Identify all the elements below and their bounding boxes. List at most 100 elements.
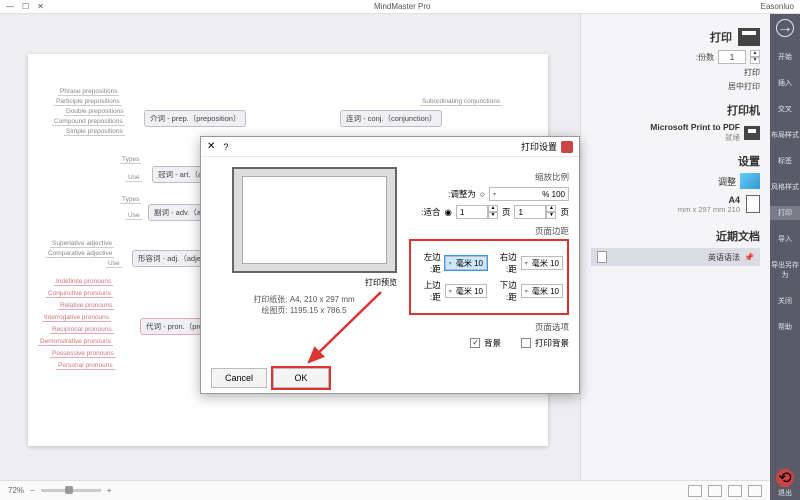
paper-name[interactable]: A4	[678, 195, 740, 205]
leaf-rel-pron[interactable]: Relative pronouns	[58, 302, 114, 310]
paper-size-line: 打印纸张: A4, 210 x 297 mm	[211, 294, 397, 305]
scale-percent-select[interactable]: 100 %▾	[489, 187, 569, 201]
leaf-adv-use[interactable]: Use	[126, 212, 142, 220]
top-margin-select[interactable]: 10 毫米▾	[445, 284, 487, 298]
zoom-slider[interactable]	[41, 489, 101, 492]
scale-mode-label: 调整为:	[436, 188, 476, 200]
ok-button[interactable]: OK	[273, 368, 329, 388]
leaf-superlative[interactable]: Superlative adjective	[50, 240, 114, 248]
leaf-double-prep[interactable]: Double prepositions	[64, 108, 125, 116]
node-conjunction[interactable]: 连词 - conj.（conjunction）	[340, 110, 442, 127]
leaf-indef-pron[interactable]: Indefinite pronouns	[54, 278, 113, 286]
fit-height-spinner[interactable]: ▲▼1	[514, 205, 556, 219]
printer-name[interactable]: Microsoft Print to PDF	[650, 122, 740, 132]
vtab-import[interactable]: 导入	[770, 232, 800, 246]
vtab-cross[interactable]: 交叉	[770, 102, 800, 116]
back-arrow-icon[interactable]: →	[775, 18, 795, 38]
zoom-in-icon[interactable]: +	[107, 486, 112, 495]
paper-rect-icon	[746, 195, 760, 213]
status-bar: 72% − +	[0, 480, 770, 500]
leaf-art-types[interactable]: Types	[120, 156, 141, 164]
leaf-participle-prep[interactable]: Participle prepositions	[54, 98, 122, 106]
leaf-rec-pron[interactable]: Reciprocal pronouns	[50, 326, 114, 334]
copies-spinner[interactable]: ▲▼	[750, 50, 760, 64]
vtab-style[interactable]: 风格样式	[770, 180, 800, 194]
leaf-adv-types[interactable]: Types	[120, 196, 141, 204]
top-margin-label: 上边距:	[415, 279, 441, 303]
left-margin-select[interactable]: 10 毫米▾	[445, 256, 487, 270]
vtab-start[interactable]: 开始	[770, 50, 800, 64]
leaf-int-pron[interactable]: Interrogative pronouns	[42, 314, 111, 322]
pin-icon[interactable]: 📌	[744, 253, 754, 262]
print-heading: 打印	[710, 29, 732, 45]
leaf-dem-pron[interactable]: Demonstrative pronouns	[38, 338, 113, 346]
fit-h-unit: 页	[560, 206, 569, 218]
preview-label: 打印预览	[211, 277, 397, 288]
fit-mode-radio[interactable]: ◉	[445, 207, 452, 218]
fit-width-spinner[interactable]: ▲▼1	[456, 205, 498, 219]
copies-value[interactable]: 1	[718, 50, 746, 64]
leaf-adj-use[interactable]: Use	[106, 260, 122, 268]
printer-small-icon	[744, 126, 760, 140]
print-bg-checkbox[interactable]	[521, 338, 531, 348]
settings-section-title: 设置	[738, 153, 760, 169]
scale-group-title: 缩放比例	[409, 171, 569, 183]
dialog-preview	[232, 167, 397, 273]
win-min-icon[interactable]: —	[6, 2, 14, 11]
vtab-print[interactable]: 打印	[770, 206, 800, 220]
leaf-subord-conj[interactable]: Subordinating conjunctions	[420, 98, 502, 106]
dialog-help-icon[interactable]: ?	[223, 142, 228, 152]
leaf-phrase-prep[interactable]: Phrase prepositions	[58, 88, 119, 96]
bg-checkbox[interactable]	[470, 338, 480, 348]
recent-section-title: 近期文档	[716, 228, 760, 244]
margins-group-title: 页面边距	[409, 225, 569, 237]
drawing-size-line: 绘图页: 1195.15 x 786.5	[211, 305, 397, 316]
zoom-value: 72%	[8, 486, 24, 495]
win-max-icon[interactable]: ☐	[22, 2, 29, 11]
adjust-icon[interactable]	[740, 173, 760, 189]
app-title: MindMaster Pro	[44, 2, 761, 11]
cancel-button[interactable]: Cancel	[211, 368, 267, 388]
printer-status: 就绪	[650, 132, 740, 143]
vtab-insert[interactable]: 插入	[770, 76, 800, 90]
view-mode-2-icon[interactable]	[708, 485, 722, 497]
recent-doc-item[interactable]: 📌 英语语法	[591, 248, 760, 266]
dialog-close-icon[interactable]: ✕	[207, 141, 215, 152]
adjust-label: 调整	[718, 175, 736, 188]
node-preposition[interactable]: 介词 - prep.（preposition）	[144, 110, 246, 127]
win-close-icon[interactable]: ✕	[37, 2, 44, 11]
leaf-pos-pron[interactable]: Possessive pronouns	[50, 350, 116, 358]
leaf-conj-pron[interactable]: Conjunctive pronouns	[46, 290, 113, 298]
fit-w-unit: 页	[502, 206, 511, 218]
zoom-out-icon[interactable]: −	[30, 486, 35, 495]
print-side-panel: 打印 ▲▼ 1 份数: 打印 居中打印 打印机 Microsoft Print …	[580, 14, 770, 480]
vtab-layout[interactable]: 布局样式	[770, 128, 800, 142]
bg-label: 背景	[484, 337, 501, 349]
leaf-simple-prep[interactable]: Simple prepositions	[64, 128, 125, 136]
bottom-margin-select[interactable]: 10 毫米▾	[521, 284, 563, 298]
right-margin-label: 右边距:	[491, 251, 517, 275]
vtab-help[interactable]: 帮助	[770, 320, 800, 334]
view-mode-1-icon[interactable]	[688, 485, 702, 497]
leaf-compound-prep[interactable]: Compound prepositions	[52, 118, 125, 126]
view-mode-4-icon[interactable]	[748, 485, 762, 497]
vtab-export[interactable]: 导出另存为	[770, 258, 800, 282]
options-group-title: 页面选项	[409, 321, 569, 333]
printer-section-title: 打印机	[727, 102, 760, 118]
leaf-comparative[interactable]: Comparative adjective	[46, 250, 114, 258]
leaf-art-use[interactable]: Use	[126, 174, 142, 182]
bottom-margin-label: 下边距:	[491, 279, 517, 303]
vtab-close[interactable]: 关闭	[770, 294, 800, 308]
printer-icon[interactable]	[738, 28, 760, 46]
right-margin-select[interactable]: 10 毫米▾	[521, 256, 563, 270]
vertical-toolbar: → 开始 插入 交叉 布局样式 标签 风格样式 打印 导入 导出另存为 关闭 帮…	[770, 14, 800, 500]
print-settings-dialog: 打印设置 ? ✕ 缩放比例 100 %▾ ○ 调整为: 页 ▲▼1 页 ▲▼1 …	[200, 136, 580, 394]
fit-mode-label: 适合:	[401, 206, 441, 218]
vtab-exit[interactable]: ⟲退出	[770, 467, 800, 500]
center-print-label[interactable]: 居中打印	[728, 81, 760, 92]
view-mode-3-icon[interactable]	[728, 485, 742, 497]
vtab-tag[interactable]: 标签	[770, 154, 800, 168]
doc-icon	[597, 251, 607, 263]
scale-mode-radio[interactable]: ○	[480, 189, 485, 199]
leaf-per-pron[interactable]: Personal pronouns	[56, 362, 115, 370]
